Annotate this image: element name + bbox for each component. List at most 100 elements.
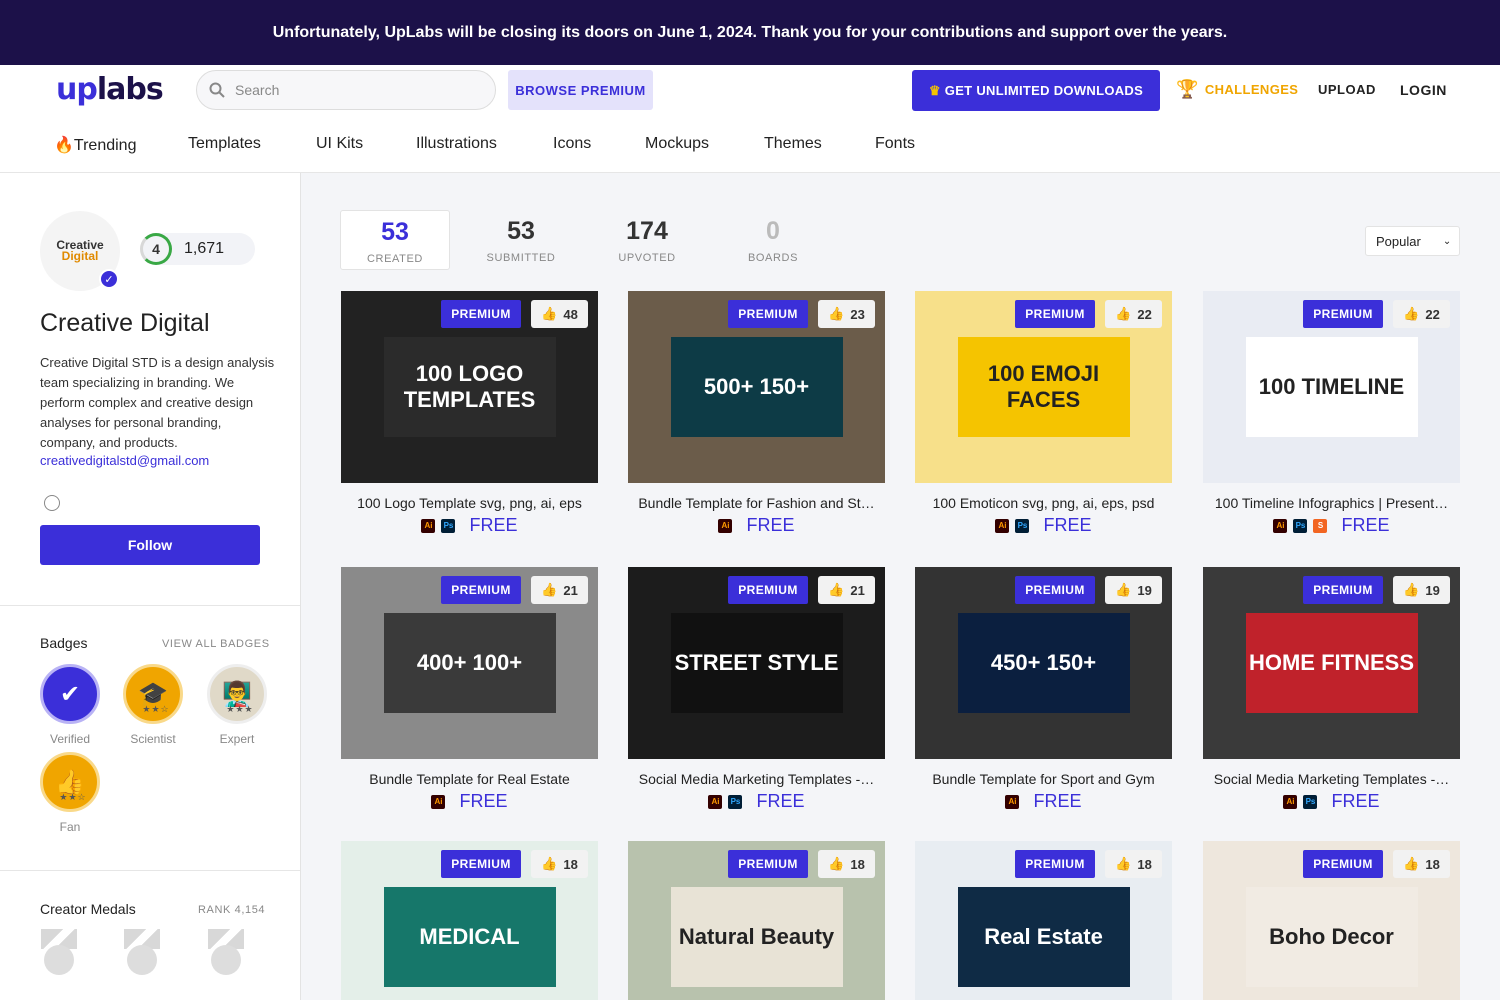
like-button[interactable]: 👍 18 (1105, 850, 1162, 878)
project-title[interactable]: Social Media Marketing Templates -… (1203, 771, 1460, 787)
premium-badge: PREMIUM (1303, 576, 1383, 604)
like-button[interactable]: 👍 48 (531, 300, 588, 328)
project-title[interactable]: Bundle Template for Fashion and St… (628, 495, 885, 511)
price-label: FREE (469, 515, 518, 535)
level-pill: 4 1,671 (140, 233, 255, 265)
project-thumbnail[interactable]: 400+ 100+ PREMIUM 👍 21 (341, 567, 598, 759)
category-mockups[interactable]: Mockups (645, 135, 709, 153)
thumbnail-art: 500+ 150+ (670, 337, 843, 437)
badge-label: Expert (219, 732, 255, 746)
project-meta: Ai Ps FREE (1203, 791, 1460, 812)
tab-created[interactable]: 53 CREATED (340, 210, 450, 270)
project-thumbnail[interactable]: Natural Beauty PREMIUM 👍 18 (628, 841, 885, 1000)
project-card[interactable]: Real Estate PREMIUM 👍 18 (915, 841, 1172, 1000)
dribbble-icon[interactable] (44, 495, 60, 511)
view-all-badges-link[interactable]: VIEW ALL BADGES (162, 638, 270, 650)
price-label: FREE (756, 791, 805, 811)
thumbs-up-icon: 👍 (541, 582, 558, 597)
like-button[interactable]: 👍 22 (1393, 300, 1450, 328)
tab-boards[interactable]: 0 BOARDS (718, 210, 828, 270)
thumbs-up-icon: 👍 (541, 306, 558, 321)
badge-scientist[interactable]: 🎓 ★★☆ Scientist (123, 664, 183, 746)
project-title[interactable]: Bundle Template for Sport and Gym (915, 771, 1172, 787)
badge-fan[interactable]: 👍 ★★☆ Fan (40, 752, 100, 834)
like-count: 48 (563, 306, 578, 322)
like-button[interactable]: 👍 18 (818, 850, 875, 878)
project-title[interactable]: Social Media Marketing Templates -… (628, 771, 885, 787)
category-icons[interactable]: Icons (553, 135, 591, 153)
illustrator-icon: Ai (421, 518, 436, 533)
project-thumbnail[interactable]: Boho Decor PREMIUM 👍 18 (1203, 841, 1460, 1000)
project-card[interactable]: STREET STYLE PREMIUM 👍 21 Social Media Ma… (628, 567, 885, 812)
like-button[interactable]: 👍 18 (531, 850, 588, 878)
search-box[interactable] (196, 70, 496, 110)
like-button[interactable]: 👍 21 (818, 576, 875, 604)
category-templates[interactable]: Templates (188, 135, 261, 153)
stat-label: CREATED (367, 253, 423, 265)
category-ui-kits[interactable]: UI Kits (316, 135, 363, 153)
profile-email-link[interactable]: creativedigitalstd@gmail.com (40, 453, 209, 468)
project-thumbnail[interactable]: HOME FITNESS PREMIUM 👍 19 (1203, 567, 1460, 759)
tab-upvoted[interactable]: 174 UPVOTED (592, 210, 702, 270)
follow-button[interactable]: Follow (40, 525, 260, 565)
project-thumbnail[interactable]: MEDICAL PREMIUM 👍 18 (341, 841, 598, 1000)
browse-premium-button[interactable]: BROWSE PREMIUM (508, 70, 653, 110)
project-card[interactable]: 400+ 100+ PREMIUM 👍 21 Bundle Template fo… (341, 567, 598, 812)
uplabs-logo[interactable]: uplabs (56, 73, 164, 107)
category-trending[interactable]: 🔥Trending (54, 135, 136, 155)
like-count: 21 (850, 582, 865, 598)
upload-link[interactable]: UPLOAD (1318, 82, 1376, 97)
project-card[interactable]: 100 EMOJI FACES PREMIUM 👍 22 100 Emoticon… (915, 291, 1172, 536)
project-thumbnail[interactable]: STREET STYLE PREMIUM 👍 21 (628, 567, 885, 759)
challenges-link[interactable]: 🏆 CHALLENGES (1176, 79, 1298, 100)
like-button[interactable]: 👍 18 (1393, 850, 1450, 878)
project-title[interactable]: 100 Emoticon svg, png, ai, eps, psd (915, 495, 1172, 511)
premium-badge: PREMIUM (1015, 850, 1095, 878)
project-card[interactable]: HOME FITNESS PREMIUM 👍 19 Social Media Ma… (1203, 567, 1460, 812)
search-input[interactable] (235, 82, 465, 98)
like-button[interactable]: 👍 22 (1105, 300, 1162, 328)
premium-badge: PREMIUM (1015, 300, 1095, 328)
category-fonts[interactable]: Fonts (875, 135, 915, 153)
project-thumbnail[interactable]: 500+ 150+ PREMIUM 👍 23 (628, 291, 885, 483)
photoshop-icon: Ps (1303, 794, 1318, 809)
project-card[interactable]: Boho Decor PREMIUM 👍 18 (1203, 841, 1460, 1000)
thumbnail-text: 100 EMOJI FACES (987, 361, 1100, 412)
profile-sidebar: Creative Digital ✓ 4 1,671 Creative Digit… (0, 173, 301, 1000)
like-count: 18 (1425, 856, 1440, 872)
project-thumbnail[interactable]: 450+ 150+ PREMIUM 👍 19 (915, 567, 1172, 759)
project-card[interactable]: 450+ 150+ PREMIUM 👍 19 Bundle Template fo… (915, 567, 1172, 812)
points: 1,671 (184, 240, 225, 257)
chevron-down-icon: ⌄ (1442, 235, 1452, 247)
like-count: 19 (1425, 582, 1440, 598)
like-button[interactable]: 👍 21 (531, 576, 588, 604)
tab-submitted[interactable]: 53 SUBMITTED (466, 210, 576, 270)
project-title[interactable]: Bundle Template for Real Estate (341, 771, 598, 787)
login-link[interactable]: LOGIN (1400, 82, 1447, 98)
badge-verified[interactable]: ✔ Verified (40, 664, 100, 746)
like-button[interactable]: 👍 23 (818, 300, 875, 328)
illustrator-icon: Ai (1273, 518, 1288, 533)
project-card[interactable]: 100 TIMELINE PREMIUM 👍 22 100 Timeline In… (1203, 291, 1460, 536)
get-unlimited-downloads-button[interactable]: ♛ GET UNLIMITED DOWNLOADS (912, 70, 1160, 111)
category-themes[interactable]: Themes (764, 135, 822, 153)
project-title[interactable]: 100 Logo Template svg, png, ai, eps (341, 495, 598, 511)
project-thumbnail[interactable]: 100 TIMELINE PREMIUM 👍 22 (1203, 291, 1460, 483)
project-card[interactable]: 100 LOGO TEMPLATES PREMIUM 👍 48 100 Logo … (341, 291, 598, 536)
project-thumbnail[interactable]: 100 EMOJI FACES PREMIUM 👍 22 (915, 291, 1172, 483)
project-card[interactable]: MEDICAL PREMIUM 👍 18 (341, 841, 598, 1000)
project-thumbnail[interactable]: Real Estate PREMIUM 👍 18 (915, 841, 1172, 1000)
like-button[interactable]: 👍 19 (1393, 576, 1450, 604)
price-label: FREE (1043, 515, 1092, 535)
like-button[interactable]: 👍 19 (1105, 576, 1162, 604)
photoshop-icon: Ps (1015, 518, 1030, 533)
thumbnail-art: 100 TIMELINE (1245, 337, 1418, 437)
project-title[interactable]: 100 Timeline Infographics | Present… (1203, 495, 1460, 511)
thumbnail-text: Natural Beauty (678, 924, 835, 949)
sort-select[interactable]: Popular ⌄ (1365, 226, 1460, 256)
badge-expert[interactable]: 👨‍🏫 ★★★ Expert (207, 664, 267, 746)
project-thumbnail[interactable]: 100 LOGO TEMPLATES PREMIUM 👍 48 (341, 291, 598, 483)
project-card[interactable]: 500+ 150+ PREMIUM 👍 23 Bundle Template fo… (628, 291, 885, 536)
project-card[interactable]: Natural Beauty PREMIUM 👍 18 (628, 841, 885, 1000)
category-illustrations[interactable]: Illustrations (416, 135, 497, 153)
